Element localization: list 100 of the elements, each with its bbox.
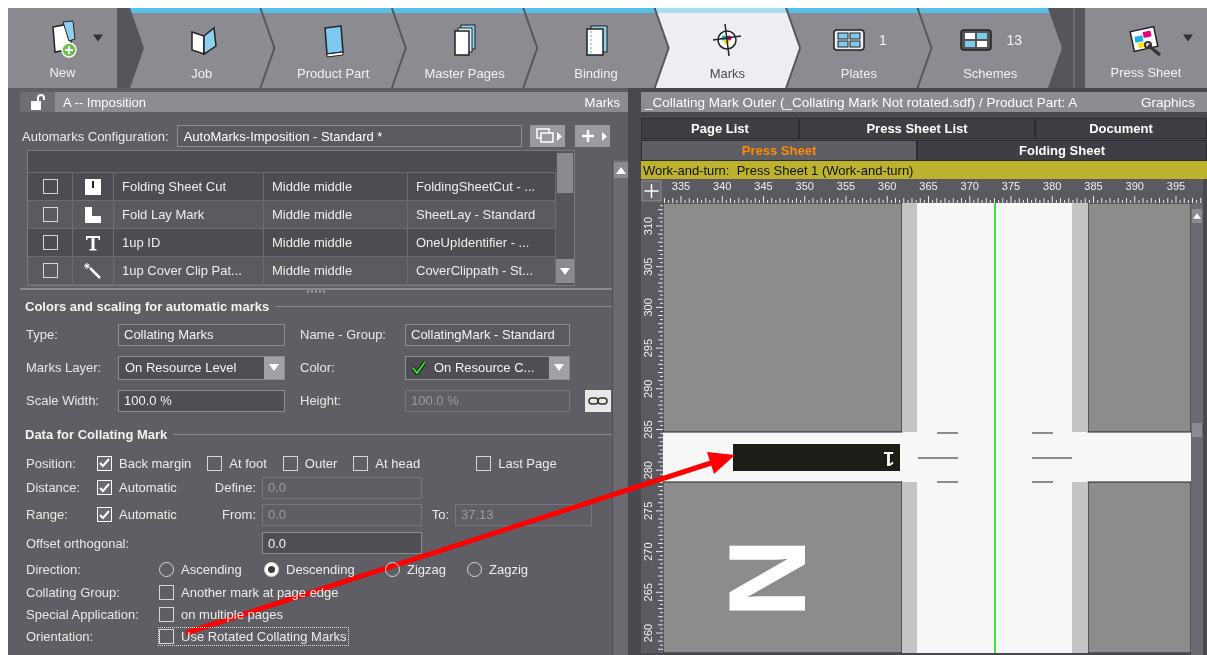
step-count: 1 (878, 32, 887, 48)
workflow-step-tab[interactable]: Binding (524, 8, 668, 88)
sheet-info: Work-and-turn: Press Sheet 1 (Work-and-turn) (641, 161, 1207, 179)
field-label: Position: (26, 455, 77, 471)
checkbox[interactable] (42, 263, 58, 278)
panel-title: _Collating Mark Outer (_Collating Mark Not rotated.sdf) / Product Part: A (645, 94, 1078, 110)
radio-button[interactable]: Ascending (158, 559, 263, 579)
field-label: Direction: (26, 561, 82, 577)
caret-icon (601, 131, 607, 141)
checkbox[interactable] (42, 179, 58, 194)
ruler-label: 275 (641, 501, 654, 521)
ruler-label: 365 (919, 180, 938, 192)
add-menu-button[interactable] (574, 125, 610, 147)
field-label: Offset orthogonal: (26, 535, 131, 551)
monitor-icon (535, 128, 554, 144)
tab[interactable]: Page List (641, 118, 799, 139)
checkbox[interactable] (42, 207, 58, 222)
group-field[interactable]: CollatingMark - Standard (405, 323, 570, 346)
layer-dropdown[interactable]: On Resource Level (118, 355, 285, 380)
field-label: Scale Width: (26, 393, 100, 408)
tab[interactable]: Press Sheet List (799, 118, 1035, 139)
dropdown-arrow-icon (269, 364, 279, 371)
ruler-label: 340 (713, 180, 732, 192)
panel-section: Graphics (1140, 94, 1195, 110)
ruler-label: 390 (1125, 180, 1144, 192)
scrollbar[interactable] (1191, 203, 1203, 655)
text-icon (84, 233, 102, 252)
scrollbar[interactable] (556, 151, 574, 285)
offset-field[interactable]: 0.0 (262, 532, 422, 554)
workflow-step-tab[interactable]: 1 Plates (787, 8, 931, 88)
scale-width-field[interactable]: 100.0 % (118, 389, 285, 412)
checkbox[interactable]: Use Rotated Collating Marks (158, 626, 350, 646)
workflow-step-tab[interactable]: Marks (655, 8, 800, 88)
field-label: Name - Group: (299, 327, 387, 342)
table-cell: Middle middle (264, 257, 408, 284)
table-row[interactable]: Fold Lay Mark Middle middle SheetLay - Standard (28, 201, 556, 229)
tab[interactable]: Document (1035, 118, 1207, 139)
field-label: Marks Layer: (26, 360, 103, 375)
field-label: Color: (299, 360, 336, 375)
radio-button[interactable]: Zagzig (466, 559, 556, 579)
color-dropdown[interactable]: On Resource C... (405, 355, 570, 380)
checkbox[interactable] (42, 235, 58, 250)
caret-icon (1183, 34, 1193, 42)
plus-icon (580, 129, 595, 143)
ruler-label: 300 (641, 298, 654, 317)
check-icon (99, 482, 110, 493)
ruler-corner-icon[interactable] (641, 180, 662, 202)
type-field[interactable]: Collating Marks (118, 323, 285, 346)
checkbox[interactable]: Outer (281, 453, 341, 473)
unlocked-lock-icon (30, 94, 45, 110)
workflow-step-tab[interactable]: Job (130, 8, 274, 88)
scroll-up-icon (1193, 213, 1201, 219)
table-row[interactable]: 1up Cover Clip Pat... Middle middle CoverClippath - St... (28, 257, 556, 285)
caret-icon (93, 34, 103, 42)
workflow-step-tab[interactable]: Product Part (261, 8, 405, 88)
splitter-grip-icon[interactable] (306, 290, 326, 293)
workflow-step-tab[interactable]: 13 Schemes (918, 8, 1062, 88)
checkbox[interactable]: Back margin (96, 453, 195, 473)
config-field[interactable]: AutoMarks-Imposition - Standard * (176, 125, 522, 147)
ruler-label: 305 (641, 257, 654, 276)
scroll-thumb[interactable] (557, 153, 573, 193)
ruler-label: 295 (641, 338, 654, 358)
step-count: 13 (1006, 32, 1023, 48)
checkbox[interactable]: on multiple pages (158, 604, 286, 624)
table-row[interactable]: 1up ID Middle middle OneUpIdentifier - ... (28, 229, 556, 257)
checkbox[interactable]: Automatic (96, 505, 206, 524)
field-label: Define: (213, 480, 257, 495)
sheet-cut-icon (84, 177, 102, 196)
table-row[interactable]: Folding Sheet Cut Middle middle FoldingSheetCut - ... (28, 173, 556, 201)
section-title: Data for Collating Mark (25, 427, 168, 442)
scrollbar[interactable] (612, 160, 628, 655)
scroll-thumb[interactable] (1192, 423, 1202, 437)
ruler-label: 260 (641, 623, 654, 643)
lock-button[interactable] (20, 92, 55, 112)
checkbox[interactable]: At foot (206, 453, 270, 473)
ruler-label: 395 (1166, 180, 1186, 192)
radio-button[interactable]: Descending (263, 559, 384, 579)
dropdown-arrow-icon (554, 364, 564, 371)
ruler-label: 345 (754, 180, 773, 192)
ruler-label: 360 (878, 180, 897, 192)
panel-title: A -- Imposition (63, 94, 147, 110)
radio-button[interactable]: Zigzag (384, 559, 466, 579)
caret-icon (556, 131, 562, 141)
checkbox[interactable]: Last Page (475, 453, 560, 473)
press-sheet-button[interactable]: Press Sheet (1085, 8, 1207, 88)
field-label: Distance: (26, 480, 82, 495)
scroll-down-icon (560, 267, 570, 275)
field-label: Automarks Configuration: (22, 128, 169, 144)
link-button[interactable] (585, 389, 611, 412)
scroll-up-icon (615, 166, 626, 174)
checkbox[interactable]: Automatic (96, 478, 206, 497)
tab[interactable]: Folding Sheet (917, 140, 1207, 161)
press-sheet-icon (1128, 23, 1164, 59)
field-label: Range: (26, 507, 69, 522)
table-cell: Middle middle (264, 173, 408, 200)
checkbox[interactable]: At head (352, 453, 424, 473)
check-icon (99, 458, 110, 468)
new-button[interactable]: New (8, 8, 117, 88)
workflow-step-tab[interactable]: Master Pages (392, 8, 537, 88)
config-menu-button[interactable] (529, 125, 565, 147)
